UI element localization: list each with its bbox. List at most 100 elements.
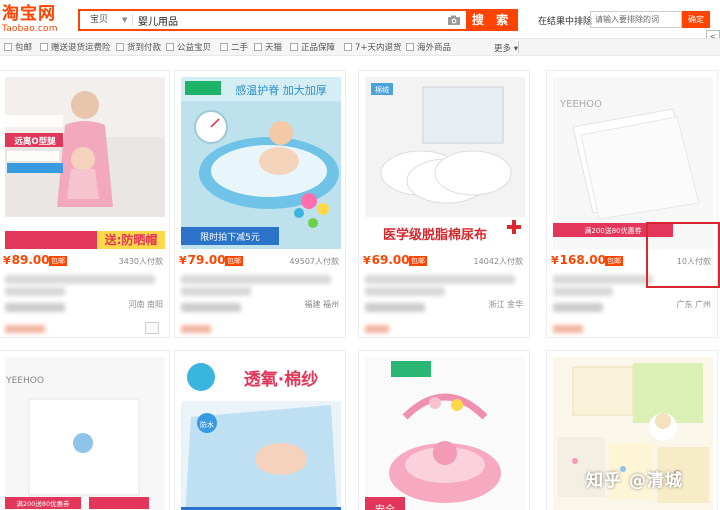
blurred-shop	[365, 303, 425, 312]
product-image[interactable]: YEEHOO 满200送80优惠券	[5, 357, 165, 510]
search-divider	[132, 14, 133, 26]
filter-label: 公益宝贝	[177, 43, 212, 53]
image-brand: YEEHOO	[5, 376, 44, 386]
checkbox[interactable]	[220, 43, 228, 51]
currency-symbol: ¥	[3, 254, 11, 267]
price: ¥79.00	[179, 253, 226, 267]
price-value: 89.00	[11, 253, 50, 267]
filter-label: 7+天内退货	[355, 43, 402, 53]
image-promo-text: 限时拍下减5元	[200, 231, 260, 243]
image-brand: YEEHOO	[559, 99, 602, 110]
blurred-title	[181, 275, 331, 284]
baoyou-badge: 包邮	[605, 256, 623, 266]
product-card[interactable]: YEEHOO 满200送80优惠券	[0, 350, 170, 510]
exclude-label: 在结果中排除	[538, 17, 593, 27]
filter-baoyou[interactable]: 包邮	[4, 42, 32, 54]
filter-cod[interactable]: 货到付款	[116, 42, 161, 54]
product-image[interactable]: 送:防晒帽 远离O型腿	[5, 77, 165, 249]
blurred-shop	[5, 303, 65, 312]
filter-genuine[interactable]: 正品保障	[290, 42, 335, 54]
filter-7day-return[interactable]: 7+天内退货	[344, 42, 402, 54]
product-card[interactable]: 棉绒 医学级脱脂棉尿布 ¥69.00 包邮 14042人付款 浙江 金华	[358, 70, 530, 338]
image-headline: 远离O型腿	[14, 136, 56, 147]
image-promo-text: 满200送80优惠券	[16, 499, 70, 508]
checkbox[interactable]	[290, 43, 298, 51]
camera-icon[interactable]	[446, 12, 462, 28]
sold-count: 3430人付款	[118, 257, 163, 266]
blurred-title	[365, 275, 515, 284]
product-image[interactable]: 安全	[365, 357, 525, 510]
exclude-input[interactable]: 请输入要排除的词	[590, 11, 682, 28]
image-headline: 医学级脱脂棉尿布	[383, 227, 487, 243]
blurred-title	[553, 287, 613, 296]
filter-label: 货到付款	[127, 43, 162, 53]
checkbox[interactable]	[116, 43, 124, 51]
currency-symbol: ¥	[179, 254, 187, 267]
price: ¥69.00	[363, 253, 410, 267]
blurred-shop	[553, 303, 603, 312]
currency-symbol: ¥	[551, 254, 559, 267]
exclude-confirm-button[interactable]: 确定	[682, 11, 710, 28]
product-image[interactable]: 棉绒 医学级脱脂棉尿布	[365, 77, 525, 249]
price-value: 79.00	[187, 253, 226, 267]
blurred-badges	[5, 325, 45, 333]
blurred-title	[5, 287, 65, 296]
image-headline: 安全	[375, 503, 395, 510]
image-headline: 感温护脊 加大加厚	[235, 83, 327, 97]
search-button[interactable]: 搜 索	[466, 9, 518, 31]
checkbox[interactable]	[254, 43, 262, 51]
filter-label: 二手	[231, 43, 249, 53]
blurred-title	[181, 287, 251, 296]
location: 浙江 金华	[488, 300, 523, 309]
product-card[interactable]: 感温护脊 加大加厚 限时拍下减5元 ¥79.00 包邮 49507人付款 福建 …	[174, 70, 346, 338]
blurred-title	[553, 275, 653, 284]
image-promo-text: 送:防晒帽	[104, 232, 158, 247]
checkbox[interactable]	[344, 43, 352, 51]
filter-label: 赠送退货运费险	[51, 43, 111, 53]
filter-return-insurance[interactable]: 赠送退货运费险	[40, 42, 111, 54]
logo-en: Taobao.com	[2, 24, 58, 34]
product-card[interactable]: YEEHOO 满200送80优惠券 ¥168.00 包邮 10人付款 广东 广州	[546, 70, 718, 338]
baoyou-badge: 包邮	[409, 256, 427, 266]
product-card[interactable]: 送:防晒帽 远离O型腿 ¥89.00 包邮 3430人付款 河南 南阳	[0, 70, 170, 338]
blurred-badges	[181, 325, 211, 333]
sold-count: 49507人付款	[289, 257, 339, 266]
blurred-badges	[553, 325, 583, 333]
filter-label: 包邮	[15, 43, 33, 53]
location: 福建 福州	[304, 300, 339, 309]
blurred-badges	[365, 325, 389, 333]
currency-symbol: ¥	[363, 254, 371, 267]
product-card[interactable]: 透氧·棉纱 防水	[174, 350, 346, 510]
taobao-logo[interactable]: 淘宝网 Taobao.com	[2, 4, 64, 36]
filter-label: 天猫	[265, 43, 283, 53]
shop-icon[interactable]	[145, 322, 159, 334]
product-card[interactable]: 安全	[358, 350, 530, 510]
checkbox[interactable]	[4, 43, 12, 51]
price-value: 69.00	[371, 253, 410, 267]
checkbox[interactable]	[40, 43, 48, 51]
watermark: 知乎 @清城	[586, 471, 683, 491]
filter-overseas[interactable]: 海外商品	[406, 42, 451, 54]
baoyou-badge: 包邮	[49, 256, 67, 266]
header: 淘宝网 Taobao.com 宝贝 ▼ 搜 索 在结果中排除 请输入要排除的词 …	[0, 0, 720, 44]
location: 河南 南阳	[128, 300, 163, 309]
chevron-down-icon[interactable]: ▼	[122, 13, 127, 27]
search-type-select[interactable]: 宝贝	[82, 12, 120, 28]
product-image[interactable]: 感温护脊 加大加厚 限时拍下减5元	[181, 77, 341, 249]
filter-more-button[interactable]: 更多 ▾	[494, 42, 518, 54]
sold-count: 14042人付款	[473, 257, 523, 266]
blurred-shop	[181, 303, 241, 312]
search-box: 宝贝 ▼ 搜 索	[78, 9, 518, 31]
product-image[interactable]: 透氧·棉纱 防水	[181, 357, 341, 510]
image-headline: 透氧·棉纱	[244, 369, 318, 390]
search-input[interactable]	[138, 12, 438, 28]
filter-second-hand[interactable]: 二手	[220, 42, 248, 54]
checkbox[interactable]	[406, 43, 414, 51]
filter-tmall[interactable]: 天猫	[254, 42, 282, 54]
image-brand: 棉绒	[375, 85, 389, 94]
checkbox[interactable]	[166, 43, 174, 51]
price-value: 168.00	[559, 253, 606, 267]
logo-cn: 淘宝网	[2, 4, 56, 24]
filter-charity[interactable]: 公益宝贝	[166, 42, 211, 54]
blurred-title	[5, 275, 155, 284]
